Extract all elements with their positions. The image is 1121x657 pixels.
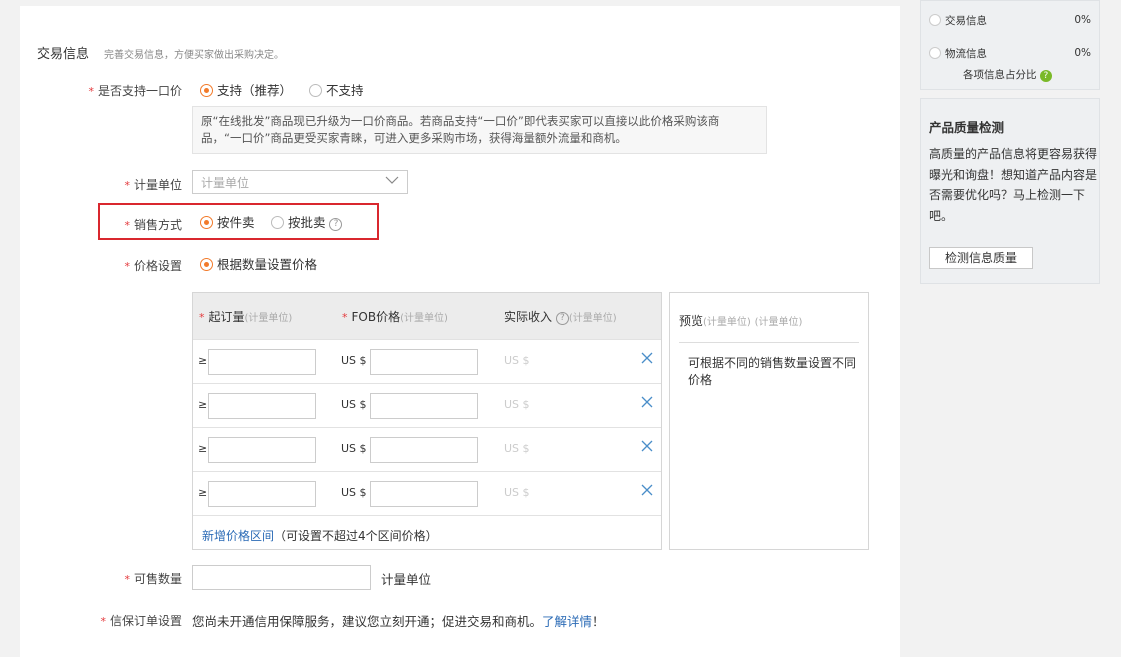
fob-input[interactable] bbox=[370, 393, 478, 419]
add-range-link[interactable]: 新增价格区间 bbox=[202, 529, 274, 543]
radio-unchecked-icon bbox=[309, 84, 322, 97]
preview-title: 预览(计量单位) (计量单位) bbox=[679, 314, 803, 328]
check-quality-button[interactable]: 检测信息质量 bbox=[929, 247, 1033, 269]
escrow-text: 您尚未开通信用保障服务，建议您立刻开通；促进交易和商机。了解详情！ bbox=[192, 614, 605, 629]
ge-symbol: ≥ bbox=[198, 442, 208, 455]
fob-input[interactable] bbox=[370, 437, 478, 463]
fixed-price-no[interactable]: 不支持 bbox=[309, 80, 364, 99]
currency-label: US $ bbox=[341, 442, 367, 455]
escrow-label: * 信保订单设置 bbox=[100, 614, 182, 628]
quantity-input[interactable] bbox=[192, 565, 371, 590]
fob-input[interactable] bbox=[370, 349, 478, 375]
fob-input[interactable] bbox=[370, 481, 478, 507]
section-desc: 完善交易信息，方便买家做出采购决定。 bbox=[104, 50, 284, 61]
table-row: ≥ US $ US $ bbox=[193, 427, 661, 471]
progress-ring-icon bbox=[929, 47, 941, 59]
moq-input[interactable] bbox=[208, 393, 316, 419]
divider bbox=[679, 342, 859, 343]
sale-method-batch[interactable]: 按批卖 ? bbox=[271, 212, 343, 231]
sale-method-piece[interactable]: 按件卖 bbox=[200, 212, 255, 231]
col-fob: * FOB价格(计量单位) bbox=[342, 310, 448, 324]
table-row: ≥ US $ US $ bbox=[193, 471, 661, 515]
actual-income: US $ bbox=[504, 354, 530, 367]
fixed-price-tip: 原“在线批发”商品现已升级为一口价商品。若商品支持“一口价”即代表买家可以直接以… bbox=[192, 106, 767, 154]
table-header: * 起订量(计量单位) * FOB价格(计量单位) 实际收入 ? (计量单位) bbox=[193, 293, 661, 339]
close-icon[interactable] bbox=[641, 396, 653, 408]
help-icon[interactable]: ? bbox=[329, 218, 343, 231]
sidebar-item-trade: 交易信息 bbox=[929, 13, 987, 28]
quality-text: 高质量的产品信息将更容易获得曝光和询盘！想知道产品内容是否需要优化吗？马上检测一… bbox=[929, 147, 1098, 223]
quantity-label: * 可售数量 bbox=[124, 572, 182, 586]
col-moq: * 起订量(计量单位) bbox=[199, 310, 293, 324]
quality-title: 产品质量检测 bbox=[929, 120, 1005, 135]
price-table: * 起订量(计量单位) * FOB价格(计量单位) 实际收入 ? (计量单位) ≥ U… bbox=[192, 292, 662, 550]
close-icon[interactable] bbox=[641, 484, 653, 496]
quality-card: 产品质量检测 高质量的产品信息将更容易获得曝光和询盘！想知道产品内容是否需要优化… bbox=[920, 98, 1100, 284]
table-row: ≥ US $ US $ bbox=[193, 339, 661, 383]
fixed-price-yes[interactable]: 支持（推荐） bbox=[200, 80, 292, 99]
chevron-down-icon bbox=[385, 176, 399, 184]
currency-label: US $ bbox=[341, 354, 367, 367]
price-setting-label: * 价格设置 bbox=[124, 259, 182, 273]
learn-more-link[interactable]: 了解详情 bbox=[542, 614, 592, 629]
info-ratio-card: 交易信息 0% 物流信息 0% 各项信息占分比 ? bbox=[920, 0, 1100, 90]
ge-symbol: ≥ bbox=[198, 354, 208, 367]
col-actual: 实际收入 ? (计量单位) bbox=[504, 310, 617, 325]
price-setting-option[interactable]: 根据数量设置价格 bbox=[200, 254, 317, 273]
currency-label: US $ bbox=[341, 486, 367, 499]
preview-text: 可根据不同的销售数量设置不同价格 bbox=[688, 356, 857, 387]
table-row: ≥ US $ US $ bbox=[193, 383, 661, 427]
preview-panel: 预览(计量单位) (计量单位) 可根据不同的销售数量设置不同价格 bbox=[669, 292, 869, 550]
progress-ring-icon bbox=[929, 14, 941, 26]
actual-income: US $ bbox=[504, 398, 530, 411]
add-range-line: 新增价格区间（可设置不超过4个区间价格） bbox=[202, 529, 438, 543]
ratio-label: 各项信息占分比 ? bbox=[963, 67, 1052, 82]
radio-checked-icon bbox=[200, 258, 213, 271]
fixed-price-label: * 是否支持一口价 bbox=[88, 84, 182, 98]
help-icon[interactable]: ? bbox=[1039, 70, 1052, 82]
moq-input[interactable] bbox=[208, 349, 316, 375]
ge-symbol: ≥ bbox=[198, 398, 208, 411]
radio-checked-icon bbox=[200, 216, 213, 229]
unit-label: * 计量单位 bbox=[124, 178, 182, 192]
divider bbox=[193, 515, 661, 516]
sale-method-label: * 销售方式 bbox=[124, 218, 182, 232]
moq-input[interactable] bbox=[208, 481, 316, 507]
moq-input[interactable] bbox=[208, 437, 316, 463]
sidebar-item-trade-pct: 0% bbox=[1074, 14, 1091, 26]
actual-income: US $ bbox=[504, 442, 530, 455]
currency-label: US $ bbox=[341, 398, 367, 411]
quantity-unit: 计量单位 bbox=[381, 572, 432, 587]
ge-symbol: ≥ bbox=[198, 486, 208, 499]
radio-checked-icon bbox=[200, 84, 213, 97]
sidebar-item-logistics-pct: 0% bbox=[1074, 47, 1091, 59]
sidebar-item-logistics: 物流信息 bbox=[929, 46, 987, 61]
actual-income: US $ bbox=[504, 486, 530, 499]
close-icon[interactable] bbox=[641, 440, 653, 452]
unit-select[interactable]: 计量单位 bbox=[192, 170, 408, 194]
help-icon[interactable]: ? bbox=[555, 312, 569, 325]
close-icon[interactable] bbox=[641, 352, 653, 364]
radio-unchecked-icon bbox=[271, 216, 284, 229]
section-title: 交易信息 bbox=[37, 47, 90, 62]
